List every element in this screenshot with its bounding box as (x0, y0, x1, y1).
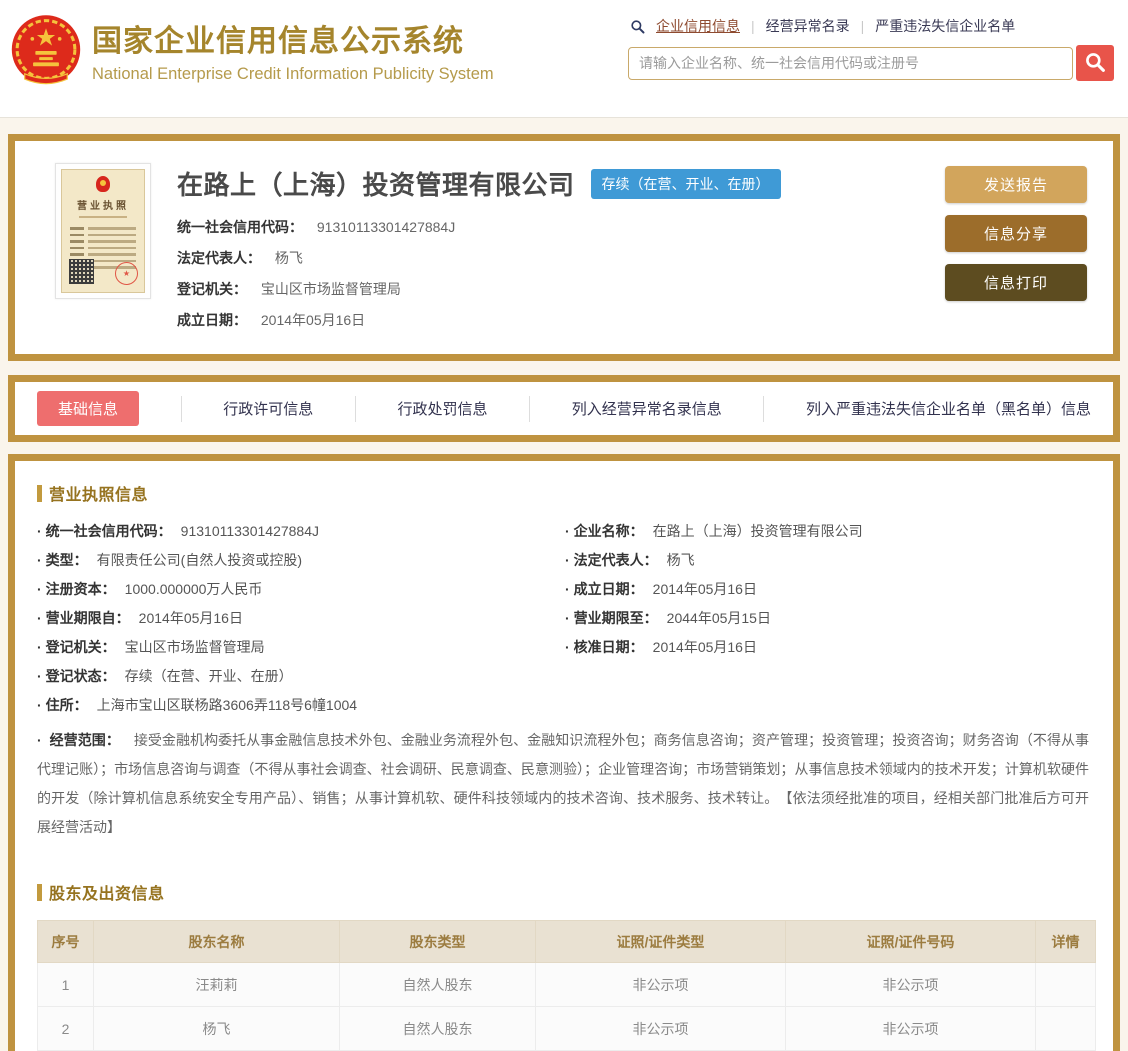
cell-shareholder-type: 自然人股东 (339, 962, 536, 1007)
shareholders-section-title: 股东及出资信息 (37, 880, 1093, 904)
cell-shareholder-name: 杨飞 (93, 1006, 340, 1051)
status-badge: 存续（在营、开业、在册） (590, 168, 781, 199)
search-button-icon (1084, 51, 1106, 76)
nav-separator: | (860, 18, 865, 34)
nav-item-serious-violations[interactable]: 严重违法失信企业名单 (875, 16, 1015, 36)
col-header-certificate-type: 证照/证件类型 (535, 920, 786, 963)
section-tabbar: 基础信息 行政许可信息 行政处罚信息 列入经营异常名录信息 列入严重违法失信企业… (8, 375, 1120, 442)
license-fields: 统一社会信用代码：91310113301427884J 类型：有限责任公司(自然… (37, 523, 1093, 726)
cell-certificate-type: 非公示项 (535, 962, 786, 1007)
col-header-index: 序号 (37, 920, 94, 963)
search-button[interactable] (1076, 45, 1114, 81)
business-license-page: 营业执照 ★ (61, 169, 145, 293)
top-nav: 企业信用信息 | 经营异常名录 | 严重违法失信企业名单 (628, 16, 1114, 36)
cell-shareholder-type: 自然人股东 (339, 1006, 536, 1051)
cell-shareholder-name: 汪莉莉 (93, 962, 340, 1007)
cell-index: 2 (37, 1006, 94, 1051)
field-registration-authority: 登记机关：宝山区市场监督管理局 (37, 639, 565, 655)
summary-row-establish-date: 成立日期： 2014年05月16日 (177, 312, 366, 328)
field-legal-rep: 法定代表人：杨飞 (565, 552, 1093, 568)
nav-item-abnormal-operations[interactable]: 经营异常名录 (766, 16, 850, 36)
tab-administrative-license[interactable]: 行政许可信息 (223, 398, 313, 419)
field-term-to: 营业期限至：2044年05月15日 (565, 610, 1093, 626)
table-row: 2 杨飞 自然人股东 非公示项 非公示项 (37, 1006, 1096, 1051)
tab-administrative-penalty[interactable]: 行政处罚信息 (397, 398, 487, 419)
field-company-type: 类型：有限责任公司(自然人投资或控股) (37, 552, 565, 568)
cell-details (1035, 1006, 1096, 1051)
tab-blacklist[interactable]: 列入严重违法失信企业名单（黑名单）信息 (806, 398, 1091, 419)
tab-separator (354, 395, 356, 422)
qr-code (69, 259, 94, 284)
nav-separator: | (751, 18, 755, 34)
table-header-row: 序号 股东名称 股东类型 证照/证件类型 证照/证件号码 详情 (37, 920, 1096, 963)
summary-row-registration-authority: 登记机关： 宝山区市场监督管理局 (177, 281, 401, 297)
national-emblem-logo-icon (8, 12, 84, 90)
cell-certificate-type: 非公示项 (535, 1006, 786, 1051)
col-header-shareholder-name: 股东名称 (93, 920, 340, 963)
field-credit-code: 统一社会信用代码：91310113301427884J (37, 523, 565, 539)
section-title-bar (37, 883, 42, 901)
tab-abnormal-operations-list[interactable]: 列入经营异常名录信息 (572, 398, 722, 419)
license-fields-left: 统一社会信用代码：91310113301427884J 类型：有限责任公司(自然… (37, 523, 565, 726)
field-establish-date: 成立日期：2014年05月16日 (565, 581, 1093, 597)
header-search-area: 企业信用信息 | 经营异常名录 | 严重违法失信企业名单 (628, 16, 1114, 81)
site-title: 国家企业信用信息公示系统 (92, 25, 464, 58)
tab-separator (180, 395, 182, 422)
section-title-bar (37, 484, 42, 502)
field-registered-capital: 注册资本：1000.000000万人民币 (37, 581, 565, 597)
search-icon (630, 19, 645, 34)
field-address: 住所：上海市宝山区联杨路3606弄118号6幢1004 (37, 697, 565, 713)
tab-separator (763, 395, 765, 422)
site-subtitle: National Enterprise Credit Information P… (92, 65, 494, 83)
cell-index: 1 (37, 962, 94, 1007)
license-emblem-icon (96, 176, 110, 192)
business-license-thumbnail: 营业执照 ★ (55, 163, 151, 299)
search-input[interactable] (628, 46, 1073, 80)
cell-details (1035, 962, 1096, 1007)
site-title-block: 国家企业信用信息公示系统 National Enterprise Credit … (92, 16, 494, 84)
col-header-details: 详情 (1035, 920, 1096, 963)
red-seal-icon: ★ (115, 262, 138, 285)
print-info-button[interactable]: 信息打印 (945, 264, 1087, 301)
company-summary-card: 营业执照 ★ 在路上（上海）投资管理有限公司 存续（在营、开业、在册） 统一社会… (8, 134, 1120, 361)
company-info: 在路上（上海）投资管理有限公司 存续（在营、开业、在册） 统一社会信用代码： 9… (177, 163, 919, 330)
tab-basic-info[interactable]: 基础信息 (37, 391, 140, 426)
site-header: 国家企业信用信息公示系统 National Enterprise Credit … (0, 0, 1128, 118)
field-term-from: 营业期限自：2014年05月16日 (37, 610, 565, 626)
table-row: 1 汪莉莉 自然人股东 非公示项 非公示项 (37, 962, 1096, 1007)
col-header-certificate-number: 证照/证件号码 (785, 920, 1036, 963)
send-report-button[interactable]: 发送报告 (945, 166, 1087, 203)
basic-info-panel: 营业执照信息 统一社会信用代码：91310113301427884J 类型：有限… (8, 454, 1120, 1051)
share-info-button[interactable]: 信息分享 (945, 215, 1087, 252)
field-approval-date: 核准日期：2014年05月16日 (565, 639, 1093, 655)
summary-row-legal-rep: 法定代表人： 杨飞 (177, 250, 303, 266)
shareholders-table: 序号 股东名称 股东类型 证照/证件类型 证照/证件号码 详情 1 汪莉莉 自然… (37, 920, 1096, 1051)
company-actions: 发送报告 信息分享 信息打印 (945, 163, 1087, 330)
license-fields-right: 企业名称：在路上（上海）投资管理有限公司 法定代表人：杨飞 成立日期：2014年… (565, 523, 1093, 726)
cell-certificate-number: 非公示项 (785, 1006, 1036, 1051)
nav-item-enterprise-credit[interactable]: 企业信用信息 (656, 16, 740, 36)
field-company-name: 企业名称：在路上（上海）投资管理有限公司 (565, 523, 1093, 539)
summary-row-credit-code: 统一社会信用代码： 91310113301427884J (177, 219, 456, 235)
cell-certificate-number: 非公示项 (785, 962, 1036, 1007)
tab-separator (529, 395, 531, 422)
license-subline (79, 216, 127, 218)
company-name: 在路上（上海）投资管理有限公司 (177, 170, 575, 200)
field-business-scope: 经营范围： 接受金融机构委托从事金融信息技术外包、金融业务流程外包、金融知识流程… (37, 726, 1089, 842)
license-section-title: 营业执照信息 (37, 481, 1093, 505)
field-registration-status: 登记状态：存续（在营、开业、在册） (37, 668, 565, 684)
license-thumb-title: 营业执照 (77, 201, 129, 212)
col-header-shareholder-type: 股东类型 (339, 920, 536, 963)
searchbar (628, 45, 1114, 81)
